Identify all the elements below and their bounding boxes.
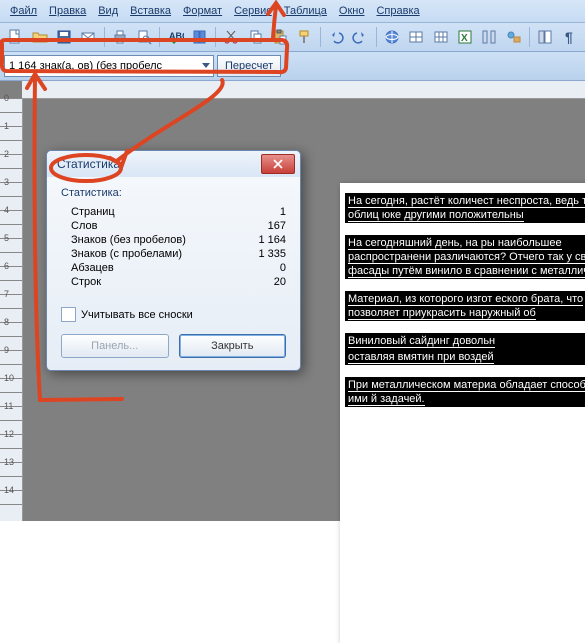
separator — [104, 27, 105, 47]
stat-value: 0 — [236, 262, 286, 274]
stat-value: 20 — [236, 276, 286, 288]
format-painter-icon[interactable] — [293, 25, 315, 49]
stat-row: Страниц 1 — [61, 205, 286, 219]
paste-icon[interactable] — [269, 25, 291, 49]
menu-tools[interactable]: Сервис — [228, 3, 278, 19]
stat-label: Абзацев — [71, 262, 114, 274]
menu-bar: Файл Правка Вид Вставка Формат Сервис Та… — [0, 0, 585, 23]
stat-row: Знаков (без пробелов) 1 164 — [61, 233, 286, 247]
stat-label: Страниц — [71, 206, 115, 218]
menu-format[interactable]: Формат — [177, 3, 228, 19]
stat-label: Знаков (без пробелов) — [71, 234, 186, 246]
stat-value: 1 164 — [236, 234, 286, 246]
stat-row: Строк 20 — [61, 275, 286, 289]
menu-window[interactable]: Окно — [333, 3, 371, 19]
stat-value: 1 335 — [236, 248, 286, 260]
stat-value: 1 — [236, 206, 286, 218]
columns-icon[interactable] — [478, 25, 500, 49]
stat-row: Абзацев 0 — [61, 261, 286, 275]
stat-label: Слов — [71, 220, 97, 232]
separator — [159, 27, 160, 47]
drawing-icon[interactable] — [503, 25, 525, 49]
selected-text[interactable]: Виниловый сайдинг довольн — [345, 333, 585, 349]
statistics-dialog: Статистика Статистика: Страниц1Слов167Зн… — [46, 150, 301, 371]
recalc-button[interactable]: Пересчет — [217, 55, 281, 77]
paragraph-icon[interactable]: ¶ — [558, 25, 580, 49]
redo-icon[interactable] — [349, 25, 371, 49]
close-button[interactable]: Закрыть — [179, 334, 287, 358]
spellcheck-icon[interactable]: ABC — [164, 25, 186, 49]
cut-icon[interactable] — [220, 25, 242, 49]
stat-value: 167 — [236, 220, 286, 232]
footnotes-label: Учитывать все сноски — [81, 309, 193, 321]
stats-heading: Статистика: — [61, 187, 286, 199]
stat-row: Слов 167 — [61, 219, 286, 233]
mail-icon[interactable] — [77, 25, 99, 49]
svg-text:¶: ¶ — [565, 29, 573, 45]
research-icon[interactable] — [189, 25, 211, 49]
stat-label: Строк — [71, 276, 101, 288]
horizontal-ruler[interactable] — [22, 78, 585, 99]
open-icon[interactable] — [28, 25, 50, 49]
doc-map-icon[interactable] — [534, 25, 556, 49]
separator — [529, 27, 530, 47]
panel-button[interactable]: Панель... — [61, 334, 169, 358]
copy-icon[interactable] — [245, 25, 267, 49]
wordcount-value: 1 164 знак(а, ов) (без пробелс — [9, 60, 162, 72]
dialog-close-button[interactable] — [261, 154, 295, 174]
insert-table-icon[interactable] — [429, 25, 451, 49]
stat-label: Знаков (с пробелами) — [71, 248, 182, 260]
vertical-ruler[interactable]: 01234567891011121314 — [0, 98, 23, 521]
selected-text[interactable]: Материал, из которого изгот еского брата… — [345, 291, 585, 321]
menu-view[interactable]: Вид — [92, 3, 124, 19]
tables-borders-icon[interactable] — [405, 25, 427, 49]
separator — [376, 27, 377, 47]
menu-table[interactable]: Таблица — [278, 3, 333, 19]
wordcount-field[interactable]: 1 164 знак(а, ов) (без пробелс — [4, 55, 214, 77]
separator — [215, 27, 216, 47]
wordcount-toolbar: 1 164 знак(а, ов) (без пробелс Пересчет — [0, 52, 585, 81]
selected-text[interactable]: На сегодняшний день, на ры наибольшее ра… — [345, 235, 585, 279]
menu-help[interactable]: Справка — [370, 3, 425, 19]
new-doc-icon[interactable] — [4, 25, 26, 49]
selected-text[interactable]: При металлическом материа обладает спосо… — [345, 377, 585, 407]
stat-row: Знаков (с пробелами) 1 335 — [61, 247, 286, 261]
dialog-titlebar[interactable]: Статистика — [47, 151, 300, 177]
selected-text[interactable]: На сегодня, растёт количест неспроста, в… — [345, 193, 585, 223]
print-icon[interactable] — [109, 25, 131, 49]
standard-toolbar: ABC X ¶ — [0, 23, 585, 52]
save-icon[interactable] — [53, 25, 75, 49]
separator — [320, 27, 321, 47]
dialog-title: Статистика — [57, 157, 120, 171]
preview-icon[interactable] — [133, 25, 155, 49]
svg-text:X: X — [461, 33, 468, 44]
excel-icon[interactable]: X — [454, 25, 476, 49]
footnotes-checkbox[interactable] — [61, 307, 76, 322]
menu-insert[interactable]: Вставка — [124, 3, 177, 19]
menu-edit[interactable]: Правка — [43, 3, 92, 19]
close-icon — [273, 159, 283, 169]
document-page[interactable]: На сегодня, растёт количест неспроста, в… — [340, 183, 585, 643]
selected-text[interactable]: оставляя вмятин при воздей — [345, 349, 585, 365]
hyperlink-icon[interactable] — [381, 25, 403, 49]
menu-file[interactable]: Файл — [4, 3, 43, 19]
undo-icon[interactable] — [325, 25, 347, 49]
